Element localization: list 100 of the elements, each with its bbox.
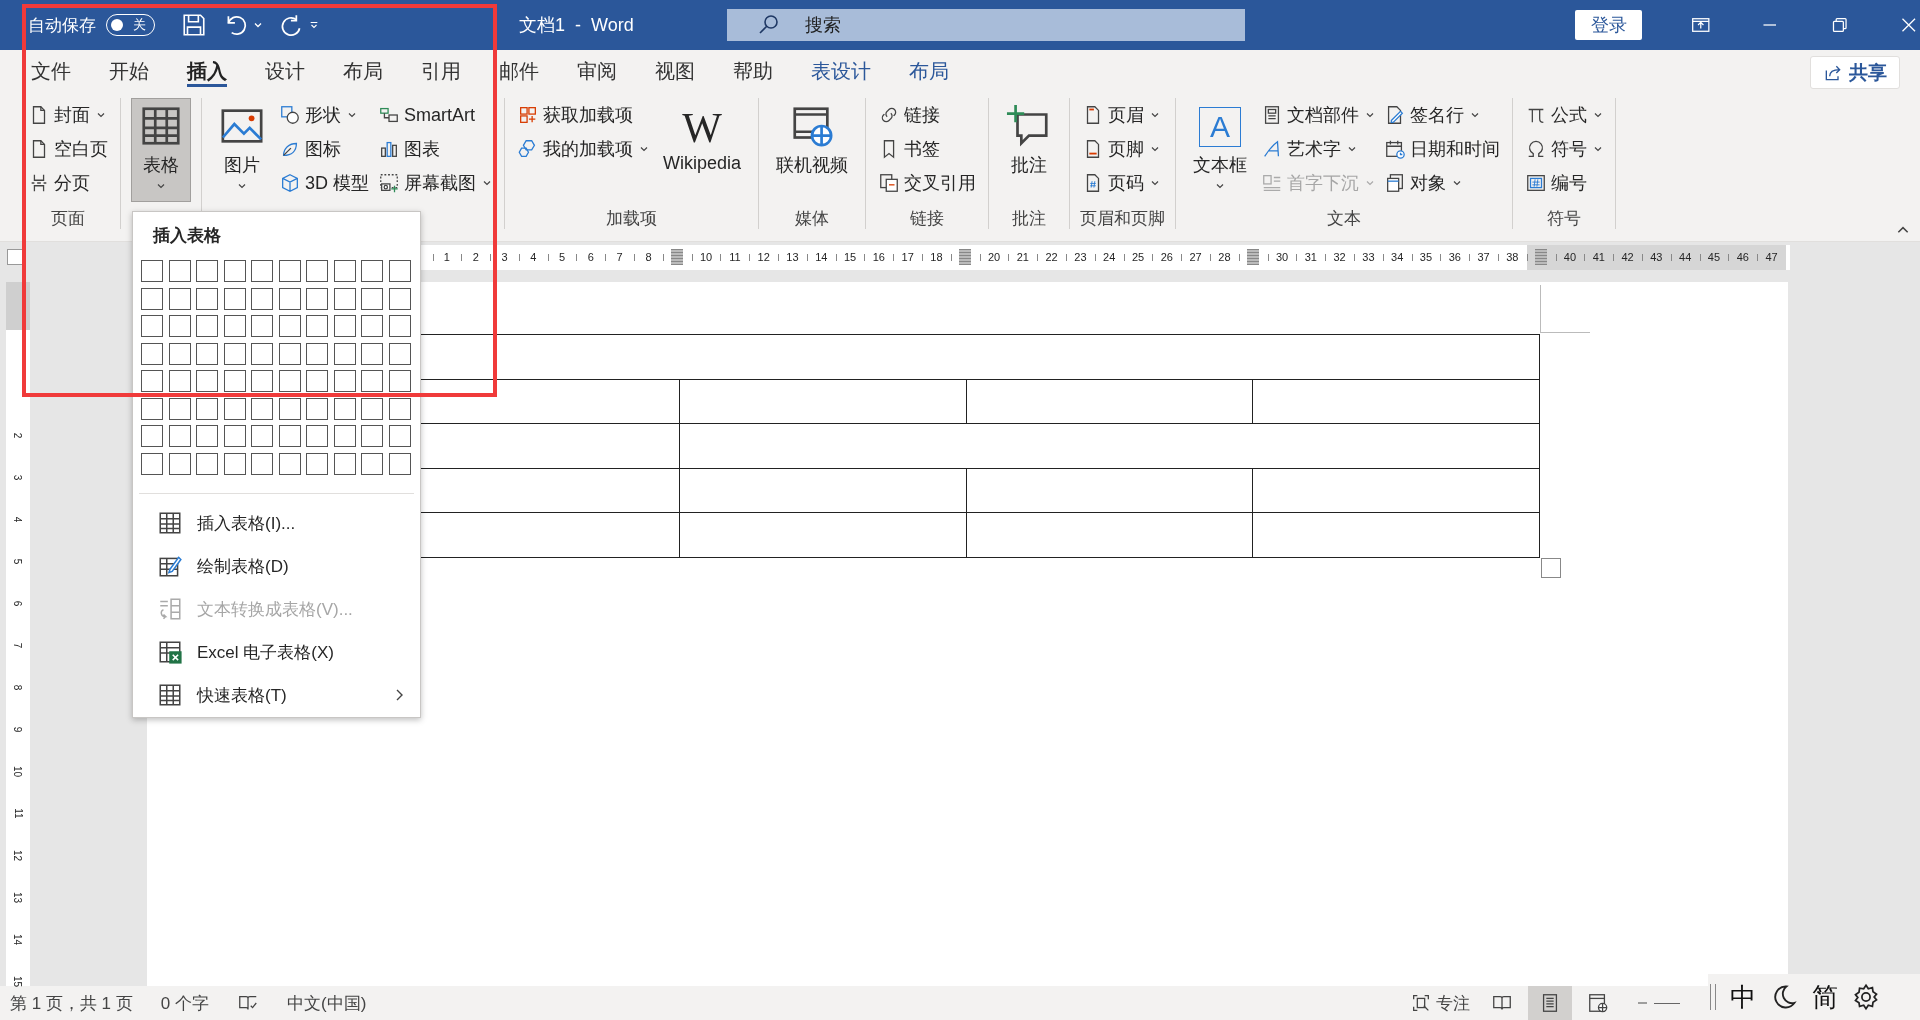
column-marker[interactable]	[1535, 249, 1548, 265]
grid-cell[interactable]	[333, 260, 356, 282]
grid-cell[interactable]	[168, 370, 191, 392]
grid-cell[interactable]	[141, 425, 163, 447]
grid-cell[interactable]	[306, 425, 328, 447]
ribbon-button[interactable]: 封面	[26, 98, 110, 132]
ribbon-button[interactable]: 页脚	[1080, 132, 1163, 166]
vertical-ruler[interactable]: 2 3 4 5 6 7 8 9 10 11 12 13 14 15	[6, 282, 30, 986]
grid-cell[interactable]	[278, 370, 301, 392]
ribbon-button[interactable]: 书签	[876, 132, 979, 166]
ribbon-button[interactable]: 批注	[999, 98, 1060, 202]
grid-cell[interactable]	[306, 287, 328, 310]
word-count[interactable]: 0 个字	[160, 991, 209, 1015]
grid-cell[interactable]	[306, 452, 328, 475]
grid-cell[interactable]	[251, 425, 273, 447]
column-marker[interactable]	[671, 249, 684, 265]
focus-button[interactable]: 专注	[1410, 991, 1470, 1015]
grid-cell[interactable]	[168, 315, 191, 337]
grid-cell[interactable]	[306, 397, 328, 420]
grid-cell[interactable]	[196, 315, 218, 337]
grid-cell[interactable]	[141, 260, 163, 282]
ribbon-button[interactable]: 图表	[376, 132, 494, 166]
grid-cell[interactable]	[278, 452, 301, 475]
grid-cell[interactable]	[333, 425, 356, 447]
ribbon-tab[interactable]: 布局	[324, 50, 402, 92]
grid-cell[interactable]	[278, 342, 301, 365]
grid-cell[interactable]	[141, 452, 163, 475]
menu-item[interactable]: Excel 电子表格(X)	[139, 630, 414, 674]
ribbon-tab[interactable]: 设计	[246, 50, 324, 92]
grid-cell[interactable]	[196, 342, 218, 365]
grid-cell[interactable]	[388, 397, 411, 420]
ribbon-button[interactable]: A 文本框	[1186, 98, 1255, 202]
grid-cell[interactable]	[196, 287, 218, 310]
ribbon-tab[interactable]: 布局	[890, 50, 968, 92]
ribbon-tab[interactable]: 邮件	[480, 50, 558, 92]
ribbon-button[interactable]: 符号	[1523, 132, 1606, 166]
ribbon-tab[interactable]: 视图	[636, 50, 714, 92]
grid-cell[interactable]	[278, 260, 301, 282]
grid-cell[interactable]	[388, 315, 411, 337]
ribbon-button[interactable]: 对象	[1382, 166, 1503, 200]
grid-cell[interactable]	[196, 397, 218, 420]
menu-item[interactable]: 快速表格(T)	[139, 673, 414, 717]
ribbon-button[interactable]: W Wikipedia	[656, 98, 749, 202]
ribbon-button[interactable]: 交叉引用	[876, 166, 979, 200]
page-count[interactable]: 第 1 页，共 1 页	[10, 991, 133, 1015]
grid-cell[interactable]	[333, 452, 356, 475]
grid-cell[interactable]	[251, 342, 273, 365]
grid-cell[interactable]	[333, 370, 356, 392]
grid-cell[interactable]	[388, 370, 411, 392]
save-icon[interactable]	[181, 12, 207, 38]
grid-cell[interactable]	[361, 370, 383, 392]
grid-cell[interactable]	[306, 260, 328, 282]
grid-cell[interactable]	[223, 342, 246, 365]
column-marker[interactable]	[959, 249, 972, 265]
grid-cell[interactable]	[141, 287, 163, 310]
grid-cell[interactable]	[141, 397, 163, 420]
ribbon-button[interactable]: 空白页	[26, 132, 110, 166]
grid-cell[interactable]	[388, 287, 411, 310]
grid-cell[interactable]	[361, 342, 383, 365]
ribbon-button[interactable]: SmartArt	[376, 98, 494, 132]
grid-cell[interactable]	[223, 260, 246, 282]
grid-cell[interactable]	[196, 260, 218, 282]
script-indicator[interactable]: 简	[1812, 979, 1838, 1015]
grid-cell[interactable]	[361, 287, 383, 310]
grid-cell[interactable]	[278, 425, 301, 447]
grid-cell[interactable]	[223, 452, 246, 475]
grid-cell[interactable]	[361, 315, 383, 337]
ribbon-button[interactable]: 日期和时间	[1382, 132, 1503, 166]
ribbon-button[interactable]: 图标	[277, 132, 371, 166]
grid-cell[interactable]	[306, 315, 328, 337]
grid-cell[interactable]	[141, 342, 163, 365]
grid-cell[interactable]	[278, 397, 301, 420]
ribbon-button[interactable]: 页码	[1080, 166, 1163, 200]
grid-cell[interactable]	[141, 315, 163, 337]
ribbon-button[interactable]: 文档部件	[1259, 98, 1378, 132]
ribbon-button[interactable]: 艺术字	[1259, 132, 1378, 166]
grid-cell[interactable]	[251, 260, 273, 282]
ribbon-tab[interactable]: 帮助	[714, 50, 792, 92]
grid-cell[interactable]	[333, 287, 356, 310]
ribbon-button[interactable]: 页眉	[1080, 98, 1163, 132]
grid-cell[interactable]	[141, 370, 163, 392]
settings-icon[interactable]	[1852, 983, 1880, 1011]
ribbon-button[interactable]: 签名行	[1382, 98, 1503, 132]
ribbon-button[interactable]: 表格	[131, 98, 191, 202]
grid-cell[interactable]	[168, 287, 191, 310]
grid-cell[interactable]	[333, 397, 356, 420]
grid-cell[interactable]	[388, 342, 411, 365]
grid-cell[interactable]	[251, 397, 273, 420]
ribbon-tab[interactable]: 引用	[402, 50, 480, 92]
grid-cell[interactable]	[333, 315, 356, 337]
grid-cell[interactable]	[361, 452, 383, 475]
ribbon-tab[interactable]: 审阅	[558, 50, 636, 92]
view-button[interactable]	[1528, 986, 1572, 1020]
grid-cell[interactable]	[168, 452, 191, 475]
ribbon-button[interactable]: 屏幕截图	[376, 166, 494, 200]
grid-cell[interactable]	[196, 425, 218, 447]
grid-cell[interactable]	[306, 370, 328, 392]
grid-cell[interactable]	[361, 260, 383, 282]
grid-cell[interactable]	[251, 370, 273, 392]
grid-cell[interactable]	[196, 370, 218, 392]
